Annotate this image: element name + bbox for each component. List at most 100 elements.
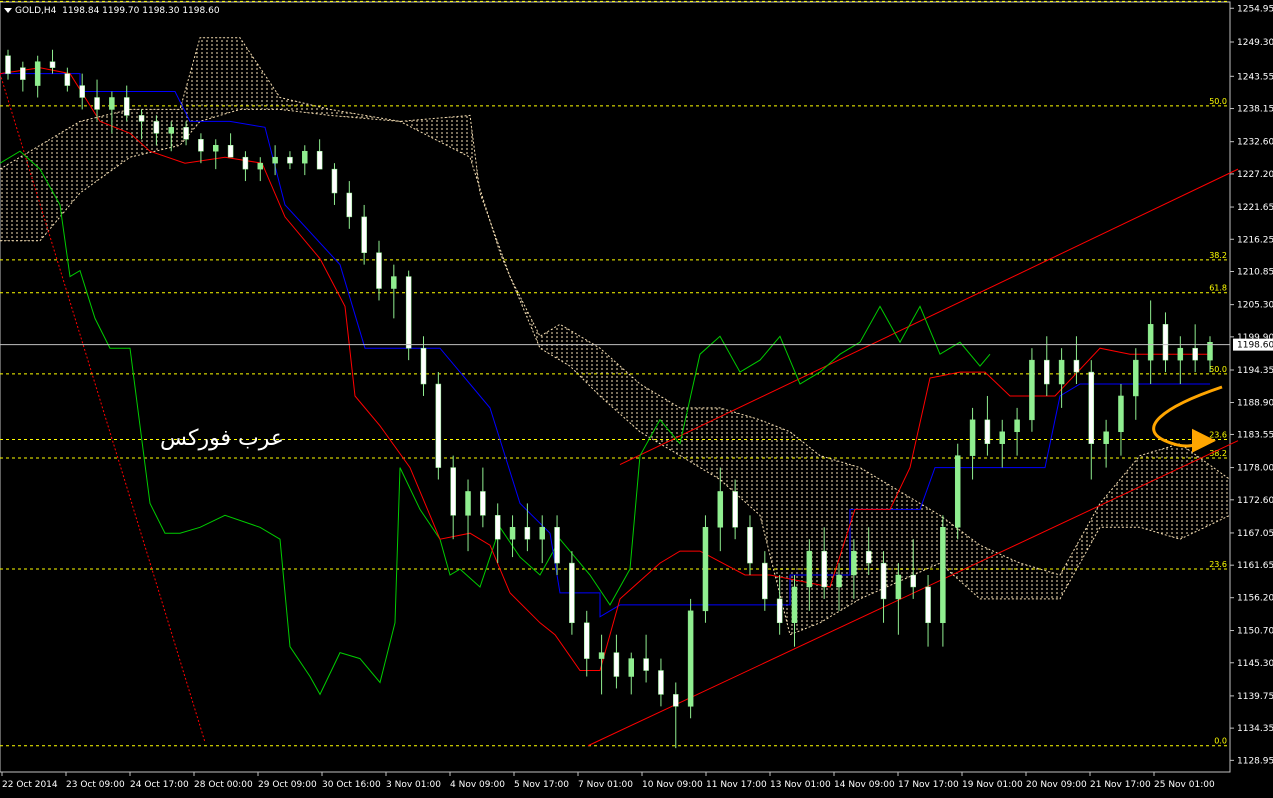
y-tick-label-12: 1188.90	[1237, 399, 1273, 409]
candle-body-68	[1014, 419, 1020, 433]
chart-header: GOLD,H4 1198.84 1199.70 1198.30 1198.60	[4, 6, 220, 16]
candle-body-5	[79, 85, 85, 98]
y-tick-label-17: 1161.65	[1237, 561, 1273, 571]
x-tick-label-5: 30 Oct 16:00	[322, 780, 381, 790]
y-tick-label-7: 1216.25	[1237, 235, 1273, 245]
candle-body-67	[999, 431, 1005, 444]
candle-body-3	[49, 61, 56, 68]
y-tick-label-20: 1145.30	[1237, 659, 1273, 669]
candle-body-19	[287, 156, 293, 164]
candle-body-12	[183, 127, 189, 140]
chart-svg[interactable]: 100.050.038.261.850.023.638.223.60.0 125…	[0, 0, 1273, 794]
x-tick-label-4: 29 Oct 09:00	[258, 780, 317, 790]
x-tick-label-17: 21 Nov 17:00	[1090, 780, 1151, 790]
candle-body-22	[331, 168, 338, 194]
candle-body-60	[895, 574, 902, 600]
y-tick-label-9: 1205.30	[1237, 301, 1273, 311]
candle-body-16	[242, 156, 249, 170]
candle-body-55	[821, 550, 827, 588]
y-tick-label-22: 1134.35	[1237, 724, 1273, 734]
candle-body-48	[717, 491, 724, 528]
candle-body-56	[836, 574, 842, 588]
candle-body-42	[628, 658, 635, 677]
candle-body-50	[747, 527, 753, 564]
candle-body-62	[925, 586, 931, 624]
x-tick-label-6: 3 Nov 01:00	[386, 780, 441, 790]
candle-body-14	[213, 145, 219, 152]
candle-body-10	[153, 121, 160, 134]
x-tick-label-0: 22 Oct 2014	[2, 780, 58, 790]
y-tick-label-16: 1167.05	[1237, 529, 1273, 539]
candle-body-41	[613, 652, 620, 677]
y-tick-label-23: 1128.95	[1237, 756, 1273, 766]
x-tick-label-13: 14 Nov 09:00	[834, 780, 895, 790]
candle-body-69	[1029, 359, 1035, 421]
candle-body-29	[435, 383, 442, 468]
candle-body-36	[539, 527, 545, 540]
dropdown-triangle-icon[interactable]	[4, 8, 12, 13]
x-tick-label-14: 17 Nov 17:00	[898, 780, 959, 790]
candle-body-46	[687, 610, 694, 707]
candle-body-52	[776, 598, 783, 624]
candle-body-28	[420, 347, 427, 385]
y-tick-label-18: 1156.20	[1237, 594, 1273, 604]
chart-root[interactable]: 100.050.038.261.850.023.638.223.60.0 125…	[0, 0, 1273, 794]
x-tick-label-12: 13 Nov 01:00	[770, 780, 831, 790]
fib-label-8: 0.0	[1214, 737, 1227, 746]
candle-body-30	[450, 467, 456, 516]
candle-body-64	[954, 455, 961, 528]
watermark-text: عرب فوركس	[160, 426, 284, 451]
candle-body-2	[34, 61, 41, 86]
ohlc-readout: 1198.84 1199.70 1198.30 1198.60	[62, 6, 220, 16]
candle-body-25	[376, 252, 382, 289]
candle-body-79	[1177, 347, 1184, 361]
candle-body-45	[673, 694, 679, 707]
candle-body-23	[346, 192, 353, 218]
candle-body-59	[880, 562, 887, 600]
candle-body-51	[762, 562, 768, 600]
candle-body-43	[643, 658, 649, 671]
fib-label-7: 23.6	[1209, 560, 1227, 569]
kijun-sen-line	[0, 73, 1210, 618]
y-tick-label-3: 1238.15	[1237, 105, 1273, 115]
candle-body-4	[64, 73, 71, 86]
candle-body-40	[598, 652, 605, 659]
x-tick-label-18: 25 Nov 01:00	[1154, 780, 1215, 790]
candle-body-34	[509, 527, 516, 540]
x-axis: 22 Oct 2014 23 Oct 09:00 24 Oct 17:00 28 Oc…	[1, 772, 1215, 790]
candle-body-73	[1088, 371, 1095, 444]
candle-body-63	[940, 527, 946, 624]
fib-label-5: 23.6	[1209, 431, 1227, 440]
y-tick-label-15: 1172.60	[1237, 496, 1273, 506]
fib-label-1: 50.0	[1209, 97, 1227, 106]
candle-body-54	[806, 550, 813, 588]
x-tick-label-8: 5 Nov 17:00	[514, 780, 569, 790]
y-tick-label-6: 1221.65	[1237, 203, 1273, 213]
symbol-label: GOLD,H4	[15, 6, 57, 16]
y-tick-label-13: 1183.55	[1237, 430, 1273, 440]
candle-body-35	[524, 527, 531, 540]
candle-body-32	[480, 491, 486, 516]
candle-body-37	[554, 527, 560, 564]
fib-label-0: 100.0	[1204, 0, 1227, 1]
candle-body-6	[94, 97, 100, 110]
current-price-label: 1198.60	[1237, 341, 1273, 351]
candle-body-71	[1058, 359, 1065, 385]
x-tick-label-7: 4 Nov 09:00	[450, 780, 505, 790]
y-tick-label-0: 1254.95	[1237, 4, 1273, 14]
candle-body-74	[1103, 431, 1109, 444]
candle-body-53	[791, 586, 798, 624]
candle-body-58	[865, 550, 872, 564]
candle-body-49	[732, 491, 738, 528]
y-tick-label-1: 1249.30	[1237, 38, 1273, 48]
x-tick-label-9: 7 Nov 01:00	[578, 780, 633, 790]
y-tick-label-19: 1150.70	[1237, 627, 1273, 637]
candle-body-11	[168, 127, 174, 134]
candle-body-1	[20, 67, 26, 80]
candle-body-78	[1162, 324, 1169, 361]
candle-body-18	[272, 156, 278, 164]
x-tick-label-11: 11 Nov 17:00	[706, 780, 767, 790]
candle-body-76	[1133, 359, 1139, 397]
candle-body-38	[569, 562, 575, 624]
y-axis: 1254.95 1249.30 1243.55 1238.15 1232.60 1227.…	[1230, 4, 1273, 766]
